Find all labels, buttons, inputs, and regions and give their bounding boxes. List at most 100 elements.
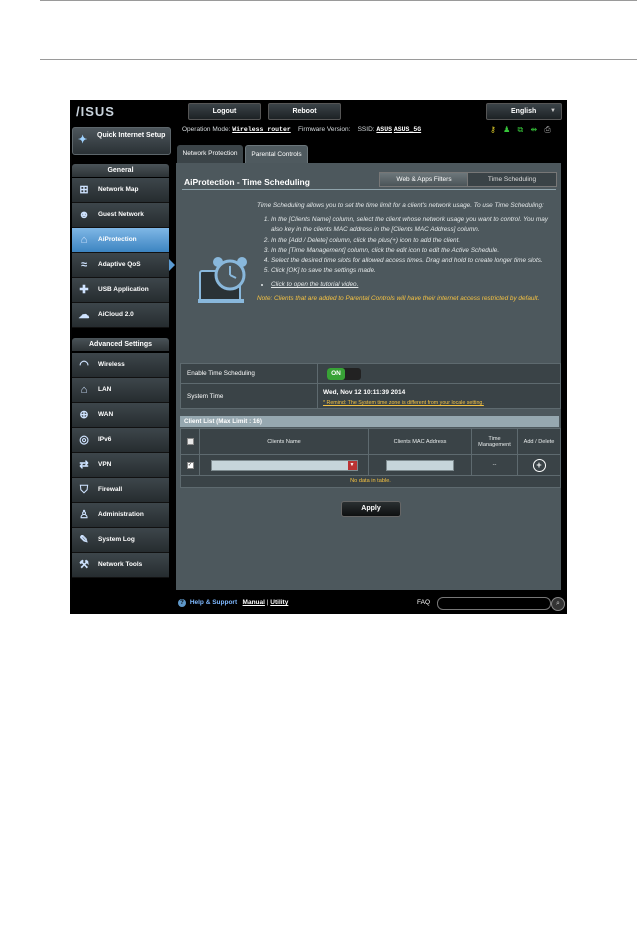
faq-search-input[interactable] bbox=[437, 597, 551, 610]
step-item: Click [OK] to save the settings made. bbox=[271, 266, 555, 276]
asus-logo: /ISUS bbox=[76, 104, 115, 119]
guest-network-icon: ☻ bbox=[78, 209, 90, 221]
utility-link[interactable]: Utility bbox=[270, 599, 288, 606]
printer-status-icon[interactable]: ⎙ bbox=[544, 125, 550, 134]
operation-mode-link[interactable]: Wireless router bbox=[232, 126, 291, 133]
segment-time-scheduling[interactable]: Time Scheduling bbox=[467, 172, 557, 187]
top-bar: /ISUS Logout Reboot English ▼ bbox=[70, 100, 567, 122]
sidebar-item-label: AiCloud 2.0 bbox=[98, 311, 134, 318]
sidebar-item-label: IPv6 bbox=[98, 436, 112, 443]
manual-link[interactable]: Manual bbox=[243, 599, 265, 606]
client-name-cell: ▼ bbox=[200, 455, 369, 475]
ssid-label: SSID: bbox=[357, 126, 375, 133]
dropdown-arrow-icon[interactable]: ▼ bbox=[347, 460, 357, 470]
client-mac-input[interactable] bbox=[386, 459, 454, 471]
wps-status-icon[interactable]: ⚷ bbox=[490, 125, 496, 134]
select-all-checkbox[interactable] bbox=[186, 438, 194, 445]
wireless-icon: ◠ bbox=[79, 359, 89, 371]
clients-status-icon[interactable]: ♟ bbox=[503, 125, 510, 134]
chevron-down-icon: ▼ bbox=[550, 108, 556, 114]
sidebar-item-label: Administration bbox=[98, 511, 144, 518]
client-list-title: Client List (Max Limit : 16) bbox=[184, 418, 263, 425]
timezone-remind-link[interactable]: * Remind: The System time zone is differ… bbox=[323, 400, 484, 406]
row-checkbox[interactable]: ✓ bbox=[186, 461, 194, 469]
language-select[interactable]: English ▼ bbox=[486, 103, 562, 120]
sidebar-item-system-log[interactable]: ✎ System Log bbox=[72, 528, 169, 553]
sidebar-item-label: AiProtection bbox=[98, 236, 137, 243]
system-time-label: System Time bbox=[187, 393, 224, 400]
enable-time-scheduling-row: Enable Time Scheduling ON bbox=[180, 363, 561, 384]
sidebar-item-network-tools[interactable]: ⚒ Network Tools bbox=[72, 553, 169, 578]
tutorial-video-link[interactable]: Click to open the tutorial video. bbox=[271, 281, 358, 288]
search-icon[interactable]: ⌕ bbox=[551, 597, 565, 611]
row-separator bbox=[317, 364, 318, 383]
sidebar-item-label: LAN bbox=[98, 386, 112, 393]
bottom-bar: ? Help & Support Manual | Utility FAQ ⌕ bbox=[70, 593, 567, 614]
row-check-cell: ✓ bbox=[181, 455, 200, 475]
sidebar-item-label: Firewall bbox=[98, 486, 123, 493]
client-table-header-row: Clients Name Clients MAC Address Time Ma… bbox=[180, 428, 561, 455]
tab-network-protection[interactable]: Network Protection bbox=[177, 145, 243, 163]
sidebar-item-wireless[interactable]: ◠ Wireless bbox=[72, 353, 169, 378]
reboot-button[interactable]: Reboot bbox=[268, 103, 341, 120]
general-header: General bbox=[72, 164, 169, 177]
sidebar-item-administration[interactable]: ♙ Administration bbox=[72, 503, 169, 528]
client-input-row: ✓ ▼ -- + bbox=[180, 454, 561, 476]
sidebar-item-firewall[interactable]: ⛉ Firewall bbox=[72, 478, 169, 503]
usb-status-icon[interactable]: ⇹ bbox=[530, 125, 537, 134]
vpn-icon: ⇄ bbox=[79, 459, 89, 471]
help-icon: ? bbox=[178, 599, 186, 607]
step-item: In the [Clients Name] column, select the… bbox=[271, 215, 555, 235]
intro-text: Time Scheduling allows you to set the ti… bbox=[257, 202, 544, 209]
router-admin-window: /ISUS Logout Reboot English ▼ ✦ Quick In… bbox=[70, 100, 567, 614]
network-status-icon[interactable]: ⧉ bbox=[518, 125, 524, 134]
sidebar-item-label: System Log bbox=[98, 536, 135, 543]
sidebar-item-aicloud[interactable]: ☁ AiCloud 2.0 bbox=[72, 303, 169, 328]
sidebar-item-label: USB Application bbox=[98, 286, 149, 293]
steps-list: In the [Clients Name] column, select the… bbox=[271, 215, 555, 276]
add-client-plus-icon[interactable]: + bbox=[532, 458, 546, 472]
faq-label: FAQ bbox=[417, 599, 431, 606]
sidebar-item-lan[interactable]: ⌂ LAN bbox=[72, 378, 169, 403]
administration-icon: ♙ bbox=[79, 509, 89, 521]
sidebar-item-vpn[interactable]: ⇄ VPN bbox=[72, 453, 169, 478]
step-item: Select the desired time slots for allowe… bbox=[271, 256, 555, 266]
ssid-link-5g[interactable]: ASUS_5G bbox=[394, 126, 421, 133]
enable-time-scheduling-label: Enable Time Scheduling bbox=[187, 370, 255, 377]
magic-wand-icon: ✦ bbox=[78, 134, 88, 146]
sidebar-item-aiprotection[interactable]: ⌂ AiProtection bbox=[72, 228, 169, 253]
client-list-header: Client List (Max Limit : 16) bbox=[180, 416, 559, 427]
sidebar: ✦ Quick Internet Setup General ⊞ Network… bbox=[70, 122, 175, 614]
advanced-settings-header: Advanced Settings bbox=[72, 338, 169, 351]
ssid-link-24g[interactable]: ASUS bbox=[376, 126, 392, 133]
time-management-cell: -- bbox=[472, 455, 518, 475]
step-item: In the [Add / Delete] column, click the … bbox=[271, 236, 555, 246]
tutorial-list: Click to open the tutorial video. bbox=[271, 280, 555, 290]
sidebar-item-ipv6[interactable]: ◎ IPv6 bbox=[72, 428, 169, 453]
sidebar-item-adaptive-qos[interactable]: ≈ Adaptive QoS bbox=[72, 253, 169, 278]
logout-button[interactable]: Logout bbox=[188, 103, 261, 120]
apply-button[interactable]: Apply bbox=[341, 501, 401, 517]
network-map-icon: ⊞ bbox=[79, 184, 89, 196]
quick-internet-setup-button[interactable]: ✦ Quick Internet Setup bbox=[72, 127, 171, 155]
usb-application-icon: ✚ bbox=[79, 284, 89, 296]
status-icons: ⚷ ♟ ⧉ ⇹ ⎙ bbox=[490, 125, 556, 135]
quick-setup-label: Quick Internet Setup bbox=[97, 132, 166, 139]
sidebar-item-label: WAN bbox=[98, 411, 114, 418]
sidebar-item-label: Network Map bbox=[98, 186, 139, 193]
help-support-label: Help & Support bbox=[189, 599, 238, 606]
sidebar-item-guest-network[interactable]: ☻ Guest Network bbox=[72, 203, 169, 228]
segment-web-apps-filters[interactable]: Web & Apps Filters bbox=[379, 172, 469, 187]
sidebar-item-label: Guest Network bbox=[98, 211, 144, 218]
sidebar-item-wan[interactable]: ⊕ WAN bbox=[72, 403, 169, 428]
col-clients-name: Clients Name bbox=[200, 429, 369, 454]
tab-parental-controls[interactable]: Parental Controls bbox=[245, 145, 308, 164]
client-name-select[interactable]: ▼ bbox=[210, 459, 358, 471]
qos-icon: ≈ bbox=[80, 259, 88, 271]
sidebar-item-usb-application[interactable]: ✚ USB Application bbox=[72, 278, 169, 303]
lan-icon: ⌂ bbox=[80, 384, 88, 396]
time-scheduling-toggle[interactable]: ON bbox=[327, 368, 361, 380]
sidebar-item-network-map[interactable]: ⊞ Network Map bbox=[72, 178, 169, 203]
wan-icon: ⊕ bbox=[79, 409, 89, 421]
content-panel: AiProtection - Time Scheduling Web & App… bbox=[176, 163, 561, 590]
